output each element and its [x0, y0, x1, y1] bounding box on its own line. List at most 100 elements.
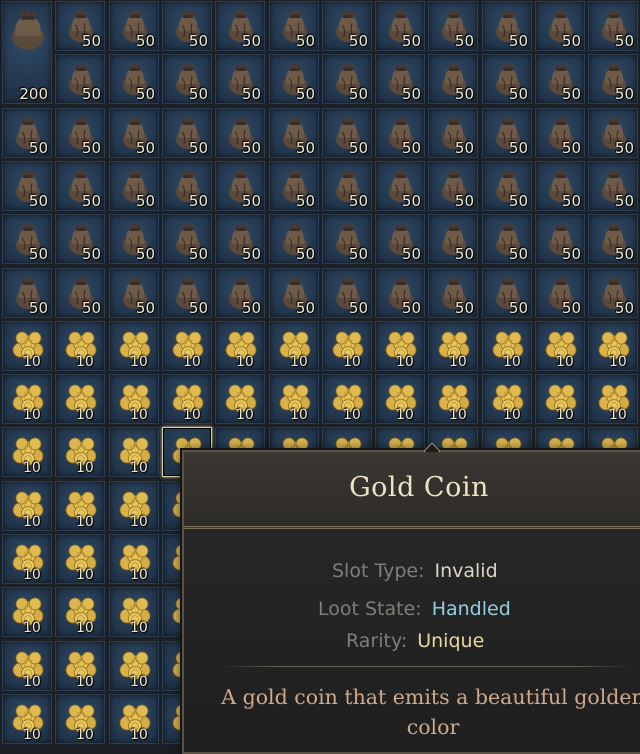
inventory-slot-pouch[interactable]: 50	[375, 214, 425, 264]
inventory-slot-pouch[interactable]: 50	[269, 54, 319, 104]
inventory-slot-gold-coin[interactable]: 10	[2, 481, 52, 531]
inventory-slot-gold-coin[interactable]: 10	[55, 427, 105, 477]
inventory-slot-pouch[interactable]: 50	[375, 1, 425, 51]
inventory-slot-pouch[interactable]: 50	[109, 1, 159, 51]
inventory-slot-gold-coin[interactable]: 10	[375, 374, 425, 424]
inventory-slot-gold-coin[interactable]: 10	[269, 374, 319, 424]
inventory-slot-gold-coin[interactable]: 10	[162, 321, 212, 371]
inventory-slot-pouch[interactable]: 50	[2, 108, 52, 158]
inventory-slot-pouch[interactable]: 50	[55, 1, 105, 51]
inventory-slot-gold-coin[interactable]: 10	[109, 587, 159, 637]
inventory-slot-gold-coin[interactable]: 10	[535, 374, 585, 424]
inventory-slot-pouch[interactable]: 50	[588, 268, 638, 318]
inventory-slot-pouch[interactable]: 50	[535, 1, 585, 51]
inventory-slot-pouch[interactable]: 50	[269, 214, 319, 264]
inventory-slot-gold-coin[interactable]: 10	[482, 374, 532, 424]
inventory-slot-pouch[interactable]: 50	[269, 268, 319, 318]
inventory-slot-pouch[interactable]: 50	[322, 108, 372, 158]
inventory-slot-pouch[interactable]: 50	[535, 161, 585, 211]
inventory-slot-pouch[interactable]: 50	[162, 1, 212, 51]
inventory-slot-gold-coin[interactable]: 10	[109, 641, 159, 691]
inventory-slot-pouch[interactable]: 50	[2, 214, 52, 264]
inventory-slot-gold-coin[interactable]: 10	[535, 321, 585, 371]
inventory-slot-pouch[interactable]: 50	[535, 108, 585, 158]
inventory-slot-gold-coin[interactable]: 10	[322, 321, 372, 371]
inventory-slot-gold-coin[interactable]: 10	[55, 694, 105, 744]
inventory-slot-gold-coin[interactable]: 10	[55, 534, 105, 584]
inventory-slot-gold-coin[interactable]: 10	[2, 641, 52, 691]
inventory-slot-gold-coin[interactable]: 10	[162, 374, 212, 424]
inventory-slot-pouch[interactable]: 50	[322, 214, 372, 264]
inventory-slot-pouch[interactable]: 50	[482, 54, 532, 104]
inventory-slot-pouch[interactable]: 50	[215, 1, 265, 51]
inventory-slot-gold-coin[interactable]: 10	[55, 587, 105, 637]
inventory-slot-pouch[interactable]: 50	[322, 268, 372, 318]
inventory-slot-pouch[interactable]: 50	[215, 268, 265, 318]
inventory-slot-gold-coin[interactable]: 10	[55, 321, 105, 371]
inventory-slot-pouch[interactable]: 50	[162, 54, 212, 104]
inventory-slot-pouch[interactable]: 50	[375, 54, 425, 104]
inventory-slot-pouch[interactable]: 50	[375, 268, 425, 318]
inventory-slot-pouch[interactable]: 50	[269, 1, 319, 51]
inventory-slot-gold-coin[interactable]: 10	[2, 321, 52, 371]
inventory-slot-pouch[interactable]: 50	[428, 161, 478, 211]
inventory-slot-pouch[interactable]: 50	[482, 214, 532, 264]
inventory-slot-pouch[interactable]: 50	[428, 268, 478, 318]
inventory-slot-gold-coin[interactable]: 10	[55, 641, 105, 691]
inventory-slot-pouch[interactable]: 50	[269, 108, 319, 158]
inventory-slot-gold-coin[interactable]: 10	[2, 427, 52, 477]
inventory-slot-pouch[interactable]: 50	[55, 54, 105, 104]
inventory-slot-gold-coin[interactable]: 10	[109, 374, 159, 424]
inventory-slot-pouch[interactable]: 50	[588, 108, 638, 158]
inventory-slot-gold-coin[interactable]: 10	[2, 534, 52, 584]
inventory-slot-pouch[interactable]: 50	[55, 108, 105, 158]
inventory-slot-pouch[interactable]: 50	[109, 268, 159, 318]
inventory-slot-large-pouch[interactable]: 200	[2, 1, 52, 104]
inventory-slot-pouch[interactable]: 50	[109, 108, 159, 158]
inventory-slot-gold-coin[interactable]: 10	[2, 694, 52, 744]
inventory-slot-pouch[interactable]: 50	[428, 214, 478, 264]
inventory-slot-pouch[interactable]: 50	[375, 108, 425, 158]
inventory-slot-gold-coin[interactable]: 10	[428, 321, 478, 371]
inventory-slot-pouch[interactable]: 50	[588, 214, 638, 264]
inventory-slot-pouch[interactable]: 50	[109, 54, 159, 104]
inventory-slot-pouch[interactable]: 50	[482, 161, 532, 211]
inventory-slot-pouch[interactable]: 50	[588, 54, 638, 104]
inventory-slot-gold-coin[interactable]: 10	[269, 321, 319, 371]
inventory-slot-pouch[interactable]: 50	[482, 1, 532, 51]
inventory-slot-pouch[interactable]: 50	[2, 268, 52, 318]
inventory-slot-pouch[interactable]: 50	[215, 108, 265, 158]
inventory-slot-gold-coin[interactable]: 10	[109, 534, 159, 584]
inventory-slot-gold-coin[interactable]: 10	[215, 321, 265, 371]
inventory-slot-pouch[interactable]: 50	[322, 54, 372, 104]
inventory-slot-pouch[interactable]: 50	[588, 161, 638, 211]
inventory-slot-pouch[interactable]: 50	[428, 54, 478, 104]
inventory-slot-pouch[interactable]: 50	[269, 161, 319, 211]
inventory-slot-gold-coin[interactable]: 10	[109, 321, 159, 371]
inventory-slot-pouch[interactable]: 50	[322, 161, 372, 211]
inventory-slot-gold-coin[interactable]: 10	[428, 374, 478, 424]
inventory-slot-gold-coin[interactable]: 10	[482, 321, 532, 371]
inventory-slot-pouch[interactable]: 50	[162, 108, 212, 158]
inventory-slot-pouch[interactable]: 50	[162, 268, 212, 318]
inventory-slot-pouch[interactable]: 50	[55, 268, 105, 318]
inventory-slot-gold-coin[interactable]: 10	[109, 481, 159, 531]
inventory-slot-pouch[interactable]: 50	[428, 108, 478, 158]
inventory-slot-pouch[interactable]: 50	[428, 1, 478, 51]
inventory-slot-gold-coin[interactable]: 10	[2, 587, 52, 637]
inventory-slot-gold-coin[interactable]: 10	[55, 481, 105, 531]
inventory-slot-pouch[interactable]: 50	[588, 1, 638, 51]
inventory-slot-pouch[interactable]: 50	[55, 161, 105, 211]
inventory-slot-pouch[interactable]: 50	[482, 268, 532, 318]
inventory-slot-gold-coin[interactable]: 10	[109, 427, 159, 477]
inventory-slot-pouch[interactable]: 50	[535, 268, 585, 318]
inventory-slot-gold-coin[interactable]: 10	[2, 374, 52, 424]
inventory-slot-pouch[interactable]: 50	[109, 161, 159, 211]
inventory-slot-gold-coin[interactable]: 10	[588, 321, 638, 371]
inventory-slot-pouch[interactable]: 50	[322, 1, 372, 51]
inventory-slot-pouch[interactable]: 50	[109, 214, 159, 264]
inventory-slot-pouch[interactable]: 50	[162, 161, 212, 211]
inventory-slot-gold-coin[interactable]: 10	[322, 374, 372, 424]
inventory-slot-gold-coin[interactable]: 10	[588, 374, 638, 424]
inventory-slot-gold-coin[interactable]: 10	[109, 694, 159, 744]
